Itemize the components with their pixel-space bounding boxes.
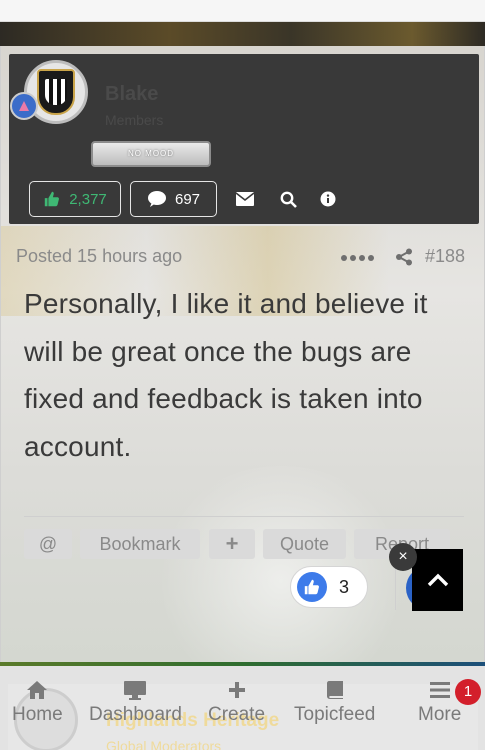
nav-topicfeed-label: Topicfeed [294, 704, 376, 725]
mention-button[interactable]: @ [24, 529, 72, 559]
nav-create[interactable]: Create [208, 676, 265, 726]
envelope-icon[interactable] [234, 188, 256, 210]
close-button[interactable]: × [389, 543, 417, 571]
plus-icon [228, 676, 246, 704]
nav-dashboard[interactable]: Dashboard [89, 676, 182, 726]
search-icon[interactable] [277, 188, 299, 210]
top-strip [0, 0, 485, 22]
thumbs-up-icon [45, 191, 60, 207]
share-link[interactable]: #188 [395, 246, 465, 267]
mood-badge: NO MOOD [91, 141, 211, 167]
comment-icon [147, 191, 166, 207]
chevron-up-icon [427, 573, 448, 587]
more-options-icon[interactable] [341, 255, 374, 261]
info-icon[interactable] [317, 188, 339, 210]
post-count-stat[interactable]: 697 [130, 181, 217, 217]
post-timestamp: Posted 15 hours ago [16, 246, 183, 266]
notification-badge: 1 [455, 679, 481, 705]
header-banner [0, 22, 485, 48]
club-crest-icon [37, 69, 75, 115]
nav-home-label: Home [12, 704, 63, 725]
reaction-summary[interactable]: 3 [290, 566, 368, 608]
home-icon [26, 676, 48, 704]
quote-button[interactable]: Quote [263, 529, 346, 559]
divider [24, 516, 464, 517]
separator [395, 566, 396, 610]
monitor-icon [123, 676, 147, 704]
reputation-stat[interactable]: 2,377 [29, 181, 121, 217]
like-reaction-icon [297, 572, 327, 602]
author-group: Members [105, 112, 164, 128]
share-icon [396, 248, 412, 265]
nav-home[interactable]: Home [12, 676, 63, 726]
bottom-navigation: Home Dashboard Create Topicfeed More [0, 676, 485, 750]
post-card: Blake Members NO MOOD 2,377 697 Posted 1… [0, 46, 485, 696]
post-body: Personally, I like it and believe it wil… [24, 288, 428, 462]
post-count: 697 [174, 190, 201, 208]
book-icon [326, 676, 344, 704]
nav-dashboard-label: Dashboard [89, 704, 182, 725]
nav-more[interactable]: More [418, 676, 461, 726]
bookmark-button[interactable]: Bookmark [80, 529, 200, 559]
author-name[interactable]: Blake [105, 83, 158, 106]
menu-icon [429, 676, 451, 704]
reaction-count: 3 [339, 576, 350, 597]
author-panel: Blake Members NO MOOD 2,377 697 [9, 54, 479, 224]
scroll-to-top-button[interactable] [412, 549, 463, 611]
reputation-count: 2,377 [69, 190, 107, 208]
post-number: #188 [425, 246, 466, 266]
add-button[interactable]: + [209, 529, 255, 559]
rank-badge-icon [10, 92, 38, 120]
nav-more-label: More [418, 704, 462, 725]
nav-topicfeed[interactable]: Topicfeed [294, 676, 375, 726]
nav-create-label: Create [208, 704, 266, 725]
